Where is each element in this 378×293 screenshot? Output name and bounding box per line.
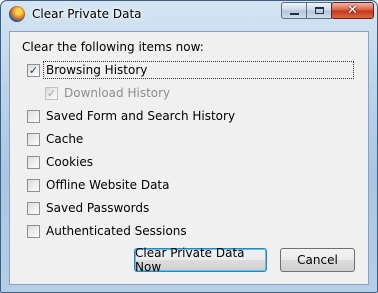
checkbox-authenticated-sessions[interactable] bbox=[27, 224, 40, 238]
dialog-window: Clear Private Data ✕ Clear the following… bbox=[0, 0, 378, 293]
maximize-button[interactable] bbox=[306, 2, 332, 19]
cancel-button[interactable]: Cancel bbox=[280, 248, 355, 272]
title-bar[interactable]: Clear Private Data ✕ bbox=[1, 1, 377, 28]
close-button[interactable]: ✕ bbox=[331, 2, 374, 19]
item-label: Saved Passwords bbox=[46, 201, 150, 215]
checkbox-offline-website-data[interactable] bbox=[27, 178, 40, 192]
minimize-icon bbox=[289, 12, 299, 15]
firefox-icon bbox=[9, 6, 25, 22]
item-cookies[interactable]: Cookies bbox=[27, 153, 93, 171]
item-cache[interactable]: Cache bbox=[27, 130, 83, 148]
checkbox-cookies[interactable] bbox=[27, 155, 40, 169]
checkbox-browsing-history[interactable]: ✓ bbox=[27, 63, 40, 77]
item-label: Offline Website Data bbox=[46, 178, 170, 192]
item-authenticated-sessions[interactable]: Authenticated Sessions bbox=[27, 222, 187, 240]
item-saved-form-search-history[interactable]: Saved Form and Search History bbox=[27, 107, 235, 125]
item-label: Cookies bbox=[46, 155, 93, 169]
clear-private-data-now-button[interactable]: Clear Private Data Now bbox=[134, 246, 267, 274]
dialog-content: Clear the following items now: ✓ Browsin… bbox=[9, 31, 369, 285]
item-label: Authenticated Sessions bbox=[46, 224, 187, 238]
checkbox-cache[interactable] bbox=[27, 132, 40, 146]
item-label: Download History bbox=[64, 86, 171, 100]
close-icon: ✕ bbox=[347, 3, 358, 18]
item-offline-website-data[interactable]: Offline Website Data bbox=[27, 176, 170, 194]
window-title: Clear Private Data bbox=[32, 7, 142, 21]
checkbox-download-history: ✓ bbox=[45, 86, 58, 100]
item-label: Saved Form and Search History bbox=[46, 109, 236, 123]
checkbox-saved-passwords[interactable] bbox=[27, 201, 40, 215]
maximize-icon bbox=[314, 7, 324, 14]
checkbox-saved-form-search-history[interactable] bbox=[27, 109, 40, 123]
item-label: Browsing History bbox=[46, 63, 148, 77]
item-browsing-history[interactable]: ✓ Browsing History bbox=[27, 61, 147, 79]
minimize-button[interactable] bbox=[281, 2, 307, 19]
item-saved-passwords[interactable]: Saved Passwords bbox=[27, 199, 149, 217]
item-download-history: ✓ Download History bbox=[45, 84, 170, 102]
item-label: Cache bbox=[46, 132, 84, 146]
instruction-heading: Clear the following items now: bbox=[22, 40, 204, 54]
